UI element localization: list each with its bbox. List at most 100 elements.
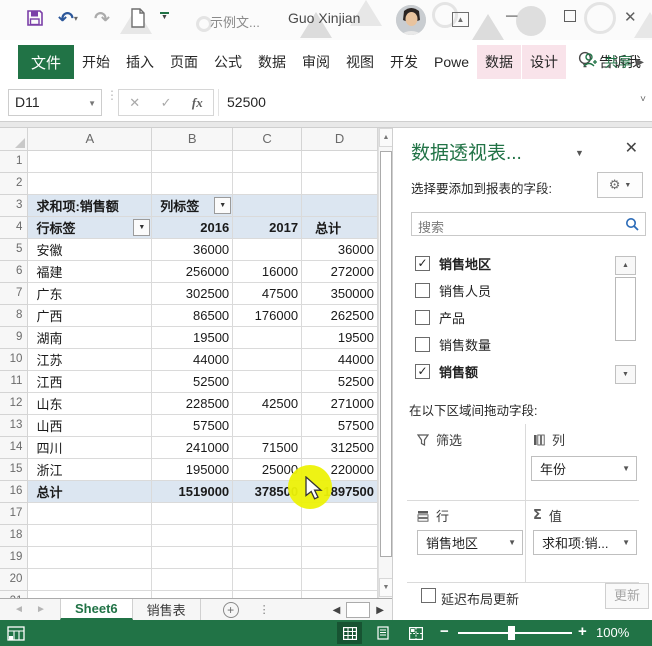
field-checkbox[interactable] [415, 283, 430, 298]
rows-field-chip[interactable]: 销售地区▼ [417, 530, 523, 555]
cell-D20[interactable] [302, 568, 378, 590]
formula-input[interactable]: 52500 [218, 89, 644, 116]
cell-D21[interactable] [302, 590, 378, 598]
field-item-1[interactable]: 销售人员 [411, 277, 491, 304]
cell-B8[interactable]: 86500 [152, 304, 233, 326]
search-input[interactable]: 搜索 [411, 212, 646, 236]
cell-C4[interactable]: 2017 [233, 216, 302, 238]
cell-C7[interactable]: 47500 [233, 282, 302, 304]
row-header-13[interactable]: 13 [0, 414, 28, 436]
cell-D12[interactable]: 271000 [302, 392, 378, 414]
row-header-21[interactable]: 21 [0, 590, 28, 598]
field-item-0[interactable]: ✓销售地区 [411, 250, 491, 277]
cell-B18[interactable] [152, 524, 233, 546]
scroll-up-icon[interactable]: ▲ [379, 128, 393, 147]
update-button[interactable]: 更新 [605, 583, 649, 609]
cell-C18[interactable] [233, 524, 302, 546]
zoom-slider-thumb[interactable] [508, 626, 515, 640]
cell-C19[interactable] [233, 546, 302, 568]
name-box[interactable]: D11▼ [8, 89, 102, 116]
column-header-A[interactable]: A [28, 128, 152, 150]
sheet-tab-active[interactable]: Sheet6 [60, 599, 133, 620]
zoom-in-icon[interactable]: + [578, 623, 587, 640]
cell-C12[interactable]: 42500 [233, 392, 302, 414]
row-header-18[interactable]: 18 [0, 524, 28, 546]
sheet-nav-right-icon[interactable]: ► [36, 604, 46, 615]
cell-C8[interactable]: 176000 [233, 304, 302, 326]
cell-C17[interactable] [233, 502, 302, 524]
cell-B11[interactable]: 52500 [152, 370, 233, 392]
zoom-out-icon[interactable]: − [440, 623, 449, 640]
cell-D11[interactable]: 52500 [302, 370, 378, 392]
ribbon-tab-3[interactable]: 公式 [206, 45, 250, 79]
cell-A13[interactable]: 山西 [28, 414, 152, 436]
sheet-tab[interactable]: 销售表 [133, 599, 201, 620]
row-header-8[interactable]: 8 [0, 304, 28, 326]
cell-D4[interactable]: 总计 [302, 216, 378, 238]
avatar[interactable] [396, 5, 426, 35]
pane-close-icon[interactable]: ✕ [625, 138, 638, 158]
confirm-entry-icon[interactable]: ✓ [161, 95, 172, 111]
maximize-button[interactable] [564, 10, 576, 22]
ribbon-tab-7[interactable]: 开发 [382, 45, 426, 79]
undo-icon[interactable]: ↶▾ [58, 8, 78, 31]
cell-A17[interactable] [28, 502, 152, 524]
cell-A11[interactable]: 江西 [28, 370, 152, 392]
cell-D9[interactable]: 19500 [302, 326, 378, 348]
row-header-11[interactable]: 11 [0, 370, 28, 392]
cell-D8[interactable]: 262500 [302, 304, 378, 326]
row-header-1[interactable]: 1 [0, 150, 28, 172]
ribbon-tab-0[interactable]: 开始 [74, 45, 118, 79]
share-button[interactable]: 共享 ▶ [582, 45, 644, 79]
ribbon-overflow-icon[interactable]: ▶ [636, 57, 644, 68]
ribbon-tab-2[interactable]: 页面 [162, 45, 206, 79]
row-header-12[interactable]: 12 [0, 392, 28, 414]
cell-C11[interactable] [233, 370, 302, 392]
ribbon-tab-4[interactable]: 数据 [250, 45, 294, 79]
values-field-chip[interactable]: 求和项:销...▼ [533, 530, 637, 555]
save-icon[interactable] [26, 9, 44, 32]
cell-A2[interactable] [28, 172, 152, 194]
cancel-entry-icon[interactable]: ✕ [129, 95, 140, 111]
field-checkbox[interactable]: ✓ [415, 364, 430, 379]
defer-layout-checkbox[interactable] [421, 588, 436, 603]
column-header-B[interactable]: B [152, 128, 233, 150]
cell-B15[interactable]: 195000 [152, 458, 233, 480]
ribbon-tab-5[interactable]: 审阅 [294, 45, 338, 79]
customize-qat-icon[interactable]: ▼ [160, 12, 169, 20]
cell-B13[interactable]: 57500 [152, 414, 233, 436]
field-checkbox[interactable]: ✓ [415, 256, 430, 271]
ribbon-tab-8[interactable]: Powe [426, 45, 477, 79]
row-header-17[interactable]: 17 [0, 502, 28, 524]
row-header-6[interactable]: 6 [0, 260, 28, 282]
user-name[interactable]: Guo Xinjian [288, 10, 360, 26]
vertical-scrollbar[interactable]: ▲ ▼ [378, 128, 392, 598]
redo-icon[interactable]: ↷ [94, 8, 110, 31]
new-document-icon[interactable] [130, 8, 146, 33]
cell-B6[interactable]: 256000 [152, 260, 233, 282]
cell-D7[interactable]: 350000 [302, 282, 378, 304]
cell-A20[interactable] [28, 568, 152, 590]
row-header-3[interactable]: 3 [0, 194, 28, 216]
search-icon[interactable] [624, 216, 640, 237]
cell-D3[interactable] [302, 194, 378, 216]
cell-B2[interactable] [152, 172, 233, 194]
cell-A5[interactable]: 安徽 [28, 238, 152, 260]
cell-D10[interactable]: 44000 [302, 348, 378, 370]
row-header-5[interactable]: 5 [0, 238, 28, 260]
field-checkbox[interactable] [415, 310, 430, 325]
filter-dropdown-icon[interactable]: ▼ [214, 197, 231, 214]
cell-B14[interactable]: 241000 [152, 436, 233, 458]
cell-C1[interactable] [233, 150, 302, 172]
name-box-dropdown-icon[interactable]: ▼ [88, 99, 96, 108]
cell-A4[interactable]: 行标签▼ [28, 216, 152, 238]
cell-B16[interactable]: 1519000 [152, 480, 233, 502]
cell-A12[interactable]: 山东 [28, 392, 152, 414]
row-header-7[interactable]: 7 [0, 282, 28, 304]
cell-D18[interactable] [302, 524, 378, 546]
cell-A10[interactable]: 江苏 [28, 348, 152, 370]
cell-B20[interactable] [152, 568, 233, 590]
ribbon-contextual-tab-0[interactable]: 数据 [477, 45, 522, 79]
select-all-corner[interactable] [0, 128, 28, 150]
scroll-down-icon[interactable]: ▼ [379, 578, 393, 597]
